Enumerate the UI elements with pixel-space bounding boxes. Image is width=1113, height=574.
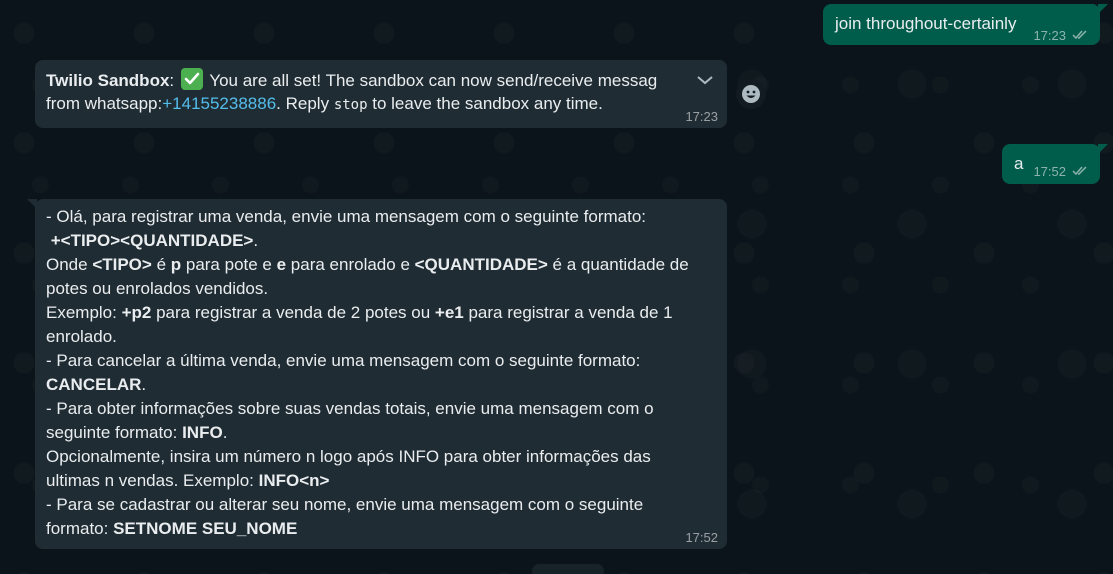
message-text: para registrar a venda de 1 [463, 303, 673, 322]
message-line: formato: SETNOME SEU_NOME [46, 517, 726, 541]
message-line: CANCELAR. [46, 373, 726, 397]
outgoing-message[interactable]: join throughout-certainly 17:23 [823, 4, 1108, 48]
outgoing-message[interactable]: a 17:52 [1002, 144, 1108, 184]
message-line: - Para cancelar a última venda, envie um… [46, 351, 641, 370]
format-code: +<TIPO><QUANTIDADE> [46, 231, 254, 250]
bold-text: INFO<n> [258, 471, 330, 490]
bold-text: p [170, 255, 182, 274]
message-text: seguinte formato: [46, 423, 183, 442]
message-meta: 17:52 [685, 526, 718, 550]
message-text: a [1014, 154, 1024, 173]
message-meta: 17:52 [1033, 160, 1088, 184]
bold-text: <TIPO> [92, 255, 152, 274]
message-line: Twilio Sandbox: You are all set! The san… [46, 68, 686, 93]
message-text: é [151, 255, 171, 274]
message-text: formato: [46, 519, 114, 538]
message-time: 17:23 [685, 109, 718, 124]
message-body: - Olá, para registrar uma venda, envie u… [46, 205, 726, 541]
message-time: 17:52 [685, 530, 718, 545]
date-pill [532, 564, 604, 574]
punctuation: . [253, 231, 259, 250]
message-line: +<TIPO><QUANTIDADE>. [46, 229, 726, 253]
message-time: 17:23 [1033, 28, 1066, 43]
message-text: é a quantidade de [547, 255, 689, 274]
message-text: para registrar a venda de 2 potes ou [151, 303, 435, 322]
message-text: . Reply [276, 94, 334, 113]
bubble-tail [1098, 4, 1108, 14]
smiley-icon [742, 85, 760, 103]
message-line: seguinte formato: INFO. [46, 421, 726, 445]
message-text: to leave the sandbox any time. [367, 94, 603, 113]
message-text: You are all set! The sandbox can now sen… [209, 71, 658, 90]
stop-code: stop [333, 97, 368, 113]
bold-text: SETNOME SEU_NOME [113, 519, 298, 538]
bold-text: CANCELAR [46, 375, 142, 394]
message-text: Onde [46, 255, 93, 274]
message-line: potes ou enrolados vendidos. [46, 279, 269, 298]
message-line: Exemplo: +p2 para registrar a venda de 2… [46, 301, 726, 325]
message-text: para pote e [181, 255, 277, 274]
message-meta: 17:23 [685, 105, 718, 128]
message-text: ultimas n vendas. Exemplo: [46, 471, 259, 490]
message-line: - Para obter informações sobre suas vend… [46, 399, 654, 418]
message-line: - Para se cadastrar ou alterar seu nome,… [46, 495, 644, 514]
sender-name: Twilio Sandbox [46, 71, 170, 90]
chevron-down-icon[interactable] [695, 70, 715, 90]
message-line: Onde <TIPO> é p para pote e e para enrol… [46, 253, 726, 277]
bold-text: e [276, 255, 287, 274]
check-emoji-icon [180, 68, 203, 90]
message-line: ultimas n vendas. Exemplo: INFO<n> [46, 469, 726, 493]
double-check-icon [1072, 160, 1088, 184]
react-button[interactable] [736, 79, 766, 109]
message-text: from whatsapp: [46, 94, 163, 113]
bold-text: +p2 [121, 303, 152, 322]
message-text: join throughout-certainly [835, 14, 1017, 33]
bold-text: +e1 [434, 303, 464, 322]
message-line: enrolado. [46, 327, 117, 346]
phone-link[interactable]: +14155238886 [162, 94, 276, 113]
message-text: Exemplo: [46, 303, 122, 322]
bubble-tail [35, 60, 37, 70]
incoming-message[interactable]: - Olá, para registrar uma venda, envie u… [27, 199, 727, 550]
bubble-tail [27, 199, 37, 209]
incoming-message[interactable]: Twilio Sandbox: You are all set! The san… [35, 60, 727, 128]
message-line: - Olá, para registrar uma venda, envie u… [46, 207, 647, 226]
text-fade [657, 60, 727, 100]
message-text: para enrolado e [286, 255, 415, 274]
message-line: Opcionalmente, insira um número n logo a… [46, 447, 651, 466]
message-time: 17:52 [1033, 164, 1066, 179]
punctuation: . [222, 423, 228, 442]
double-check-icon [1072, 24, 1088, 48]
punctuation: . [141, 375, 147, 394]
bubble-tail [1098, 144, 1108, 154]
message-line: from whatsapp:+14155238886. Reply stop t… [46, 92, 603, 117]
bold-text: INFO [182, 423, 223, 442]
bold-text: <QUANTIDADE> [414, 255, 548, 274]
message-meta: 17:23 [1033, 24, 1088, 48]
colon: : [169, 71, 175, 90]
